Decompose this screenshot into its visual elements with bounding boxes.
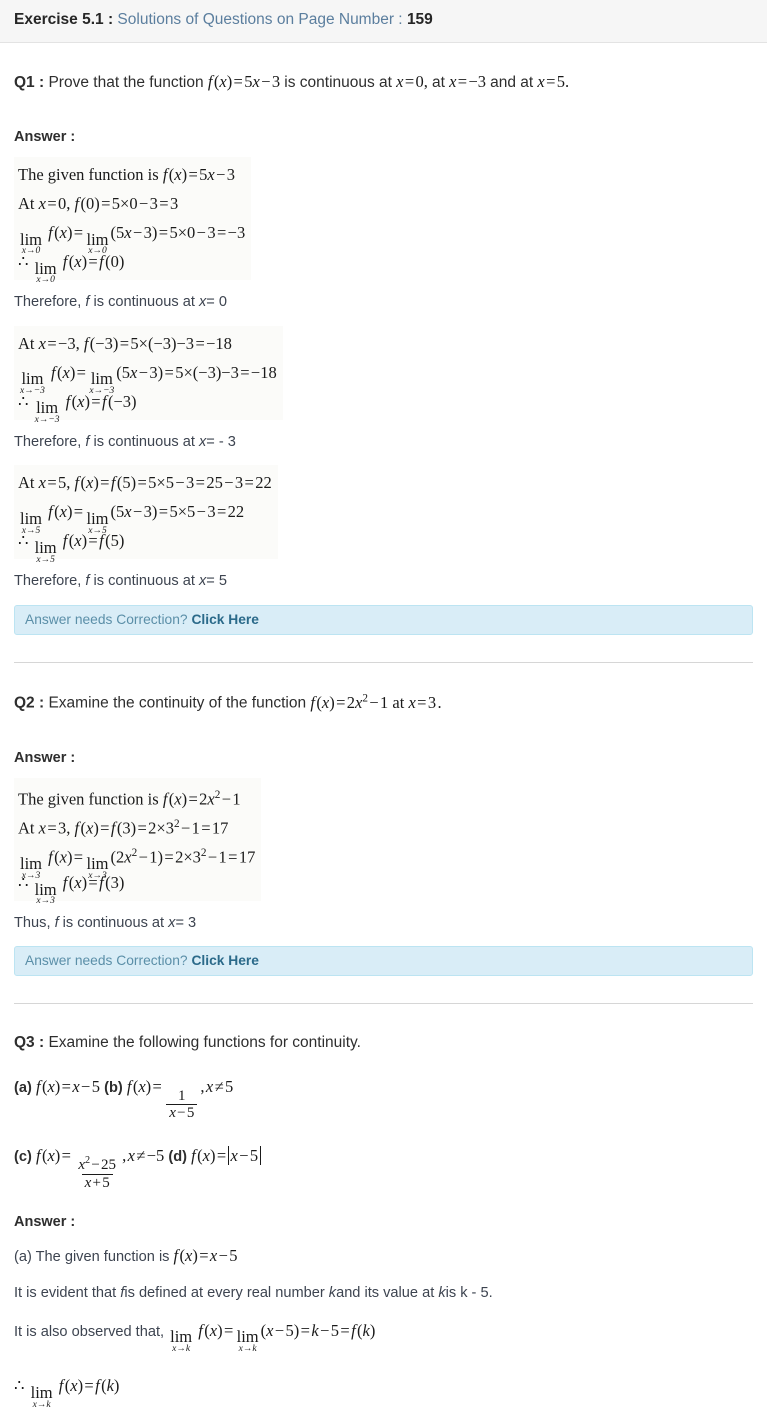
math-line: At x = −3, f (−3) = 5×(−3)−3 = −18 xyxy=(18,333,232,353)
question-label-q3: Q3 : xyxy=(14,1034,45,1052)
evident-mid2: and its value at xyxy=(336,1284,435,1301)
math-line: lim x→−3 f (x) = lim x→−3 (5x − 3) = 5×(−3)… xyxy=(20,362,277,396)
part-a-intro-math: f (x) = x − 5 xyxy=(173,1245,238,1265)
observed-math: lim x→k f (x) = lim x→k (x − 5) = k − 5 = f… xyxy=(170,1320,376,1354)
answer-q3-final-line: ∴ lim x→k f (x) = f (k) xyxy=(14,1376,120,1410)
question-heading-q1: Q1 : Prove that the function f (x) = 5x … xyxy=(12,61,755,101)
correction-prompt: Answer needs Correction? xyxy=(25,953,188,969)
conclusion-q1-step2: Therefore, f is continuous at x= - 3 xyxy=(14,433,236,450)
math-line: ∴ lim x→5 f (x) = f (5) xyxy=(18,531,125,565)
correction-link[interactable]: Click Here xyxy=(191,612,259,627)
math-block-q1-step3: At x = 5, f (x) = f (5) = 5×5 − 3 = 25 −… xyxy=(14,465,278,565)
evident-tail: is k - 5. xyxy=(445,1284,493,1301)
content-area: Q1 : Prove that the function f (x) = 5x … xyxy=(0,43,767,1410)
correction-bar-q2[interactable]: Answer needs Correction? Click Here xyxy=(14,946,753,977)
answer-label-q3: Answer : xyxy=(14,1213,76,1230)
part-tag-a: (a) xyxy=(14,1079,32,1096)
answer-q3-observed-line: It is also observed that, lim x→k f (x) =… xyxy=(14,1319,755,1355)
evident-k1: k xyxy=(328,1284,337,1301)
math-block-q1-step2: At x = −3, f (−3) = 5×(−3)−3 = −18 lim x→… xyxy=(14,325,283,425)
part-tag-b: (b) xyxy=(104,1079,123,1096)
conclusion-q1-step3: Therefore, f is continuous at x= 5 xyxy=(14,573,227,590)
part-a-intro-text: (a) The given function is xyxy=(14,1248,170,1265)
conclusion-q1-step1: Therefore, f is continuous at x= 0 xyxy=(14,293,227,310)
correction-bar-q1[interactable]: Answer needs Correction? Click Here xyxy=(14,605,753,636)
math-line: At x = 0, f (0) = 5×0 − 3 = 3 xyxy=(18,193,179,213)
part-math-b: f (x) = 1x − 5, x ≠ 5 xyxy=(126,1076,234,1122)
answer-label-q2: Answer : xyxy=(14,749,76,766)
observed-text: It is also observed that, xyxy=(14,1323,165,1340)
question-math-q2: f (x) = 2x2 − 1 at x = 3 . xyxy=(310,692,442,712)
exercise-header: Exercise 5.1 : Solutions of Questions on… xyxy=(0,0,767,43)
math-line: lim x→5 f (x) = lim x→5 (5x − 3) = 5×5 − 3 … xyxy=(20,502,245,536)
evident-k2: k xyxy=(438,1284,446,1301)
part-math-d: f (x) = x − 5 xyxy=(191,1146,262,1166)
evident-mid1: is defined at every real number xyxy=(124,1284,325,1301)
math-line: The given function is f (x) = 5x − 3 xyxy=(18,164,236,184)
question-block-q2: Q2 : Examine the continuity of the funct… xyxy=(12,663,755,1005)
math-block-q2: The given function is f (x) = 2x2 − 1 At… xyxy=(14,777,262,907)
part-tag-d: (d) xyxy=(168,1149,188,1166)
question-block-q3: Q3 : Examine the following functions for… xyxy=(12,1004,755,1410)
answer-q3-part-a-intro: (a) The given function is f (x) = x − 5 xyxy=(14,1244,755,1269)
question-text-q2: Examine the continuity of the function xyxy=(48,694,307,712)
exercise-subtitle: Solutions of Questions on Page Number : xyxy=(117,11,403,28)
question-text-q3: Examine the following functions for cont… xyxy=(48,1034,361,1052)
math-line: The given function is f (x) = 2x2 − 1 xyxy=(18,788,241,809)
math-block-q1-step1: The given function is f (x) = 5x − 3 At … xyxy=(14,156,252,286)
part-math-a: f (x) = x − 5 xyxy=(35,1076,100,1096)
correction-prompt: Answer needs Correction? xyxy=(25,612,188,628)
math-line: ∴ lim x→−3 f (x) = f (−3) xyxy=(18,391,137,425)
evident-pre: It is evident that xyxy=(14,1284,117,1301)
question-text-q1: Prove that the function xyxy=(48,73,204,91)
page-number: 159 xyxy=(406,11,433,28)
part-math-c: f (x) = x2 − 25 x + 5, x ≠ −5 xyxy=(35,1146,165,1191)
math-line: lim x→3 f (x) = lim x→3 (2x2 − 1) = 2×32 − … xyxy=(20,846,256,881)
correction-link[interactable]: Click Here xyxy=(191,953,259,968)
question-part-cd: (c) f (x) = x2 − 25 x + 5, x ≠ −5 (d) f (… xyxy=(14,1140,755,1192)
math-line: At x = 5, f (x) = f (5) = 5×5 − 3 = 25 −… xyxy=(18,473,272,493)
question-part-ab: (a) f (x) = x − 5 (b) f (x) = 1x − 5, x … xyxy=(14,1071,755,1123)
math-line: ∴ lim x→0 f (x) = f (0) xyxy=(18,251,125,286)
answer-q3-evident-line: It is evident that fis defined at every … xyxy=(14,1283,755,1305)
question-block-q1: Q1 : Prove that the function f (x) = 5x … xyxy=(12,43,755,664)
question-parts-q3: (a) f (x) = x − 5 (b) f (x) = 1x − 5, x … xyxy=(14,1071,755,1192)
answer-label-q1: Answer : xyxy=(14,128,76,145)
question-math-q1: f (x) = 5x − 3 is continuous at x = 0, a… xyxy=(207,71,570,91)
exercise-label: Exercise 5.1 : xyxy=(14,11,114,28)
question-label-q2: Q2 : xyxy=(14,694,45,712)
question-heading-q3: Q3 : Examine the following functions for… xyxy=(12,1022,755,1060)
page-root: Exercise 5.1 : Solutions of Questions on… xyxy=(0,0,767,1410)
math-line: lim x→0 f (x) = lim x→0 (5x − 3) = 5×0 − 3 … xyxy=(20,222,246,257)
part-tag-c: (c) xyxy=(14,1149,32,1166)
math-line: ∴ lim x→3 f (x) = f (3) xyxy=(18,872,125,907)
conclusion-q2: Thus, f is continuous at x= 3 xyxy=(14,914,197,931)
math-line: At x = 3, f (x) = f (3) = 2×32 − 1 = 17 xyxy=(18,817,229,838)
question-heading-q2: Q2 : Examine the continuity of the funct… xyxy=(12,681,755,721)
question-label-q1: Q1 : xyxy=(14,73,45,91)
